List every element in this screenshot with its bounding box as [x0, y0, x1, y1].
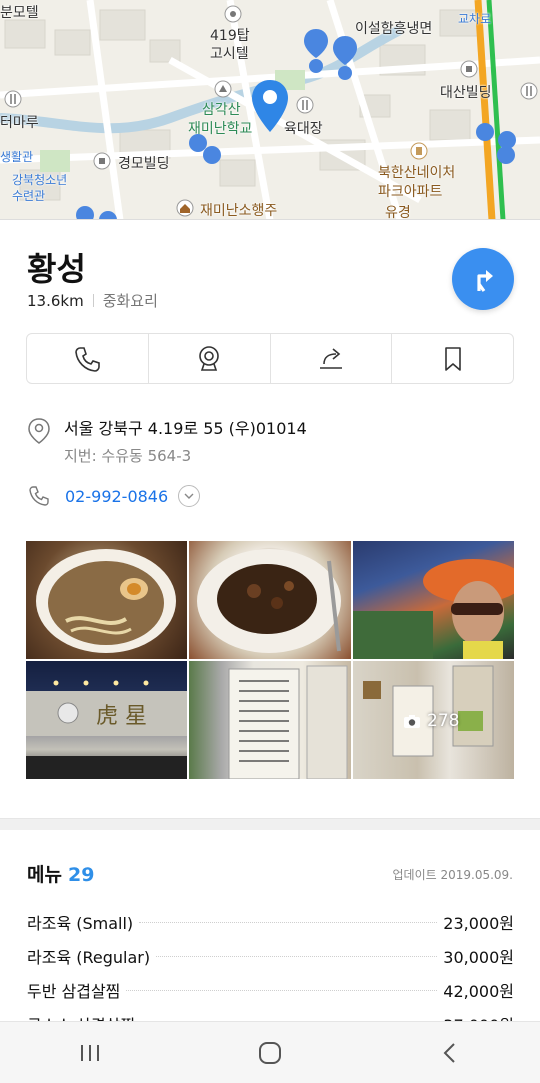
- map-label: 터마루: [0, 115, 39, 131]
- menu-item: 라조육 (Regular) 30,000원: [27, 939, 514, 973]
- restaurant-icon: [520, 82, 538, 100]
- map-label: 유경: [385, 205, 411, 220]
- bus-stop-icon[interactable]: [202, 145, 222, 165]
- photo-thumbnail[interactable]: [353, 541, 514, 659]
- bus-stop-icon[interactable]: [332, 35, 358, 81]
- photo-restaurant-exterior: 虎 星: [26, 680, 187, 779]
- directions-icon: [477, 270, 493, 292]
- share-icon: [319, 347, 342, 369]
- bookmark-icon: [444, 346, 461, 371]
- phone-number-link[interactable]: 02-992-0846: [65, 487, 168, 506]
- menu-item: 라조육 (Small) 23,000원: [27, 905, 514, 939]
- place-marker-icon[interactable]: [250, 78, 290, 134]
- place-meta: 13.6km 중화요리: [27, 290, 158, 311]
- photo-count: 278: [403, 711, 459, 731]
- menu-item-price: 23,000원: [443, 914, 514, 933]
- expand-phone-button[interactable]: [178, 485, 201, 507]
- bus-stop-icon[interactable]: [496, 145, 516, 165]
- photo-grid: 虎 星 278: [26, 541, 514, 779]
- lot-address: 지번: 수유동 564-3: [64, 447, 192, 465]
- menu-item-name: 두반 삼겹살찜: [27, 982, 121, 1001]
- menu-item-price: 42,000원: [443, 982, 514, 1001]
- menu-item: 두반 삼겹살찜 42,000원: [27, 973, 514, 1007]
- menu-header: 메뉴 29: [27, 860, 94, 887]
- recent-apps-icon: [81, 1044, 99, 1061]
- place-category: 중화요리: [102, 292, 158, 310]
- photo-black-bean-noodles: [197, 549, 341, 653]
- menu-title: 메뉴: [27, 864, 62, 886]
- camera-icon: [404, 714, 420, 728]
- map-label: 대산빌딩: [440, 85, 492, 101]
- share-button[interactable]: [271, 334, 393, 383]
- photo-thumbnail[interactable]: [189, 541, 351, 659]
- map-poi-icon: [224, 5, 242, 23]
- svg-text:虎 星: 虎 星: [96, 704, 147, 729]
- menu-item-price: 30,000원: [443, 948, 514, 967]
- map-label: 분모텔: [0, 5, 39, 21]
- menu-item-name: 라조육 (Small): [27, 914, 134, 933]
- system-nav-bar: [0, 1021, 540, 1083]
- leader-dots: [156, 955, 438, 957]
- phone-icon: [75, 346, 101, 372]
- road-address: 서울 강북구 4.19로 55 (우)01014: [64, 419, 307, 438]
- photo-count-label: 278: [427, 711, 460, 731]
- bus-stop-icon[interactable]: [98, 210, 118, 220]
- directions-button[interactable]: [452, 248, 514, 310]
- map-poi-icon: [460, 60, 478, 78]
- street-view-icon: [199, 345, 219, 371]
- bus-stop-icon[interactable]: [303, 28, 329, 74]
- location-pin-icon: [28, 418, 50, 444]
- photo-menu-board: [228, 665, 348, 779]
- map-label: 생활관: [0, 150, 34, 164]
- home-button[interactable]: [240, 1033, 300, 1073]
- call-button[interactable]: [27, 334, 149, 383]
- restaurant-icon: [4, 90, 22, 108]
- menu-updated-date: 업데이트 2019.05.09.: [392, 868, 514, 882]
- photo-noodle-soup: [36, 549, 176, 653]
- map-label: 재미난소행주: [200, 203, 278, 219]
- action-bar: [26, 333, 514, 384]
- map-label: 북한산네이처 파크아파트: [378, 165, 456, 200]
- photo-thumbnail[interactable]: [189, 661, 351, 779]
- bus-stop-icon[interactable]: [75, 205, 95, 220]
- map-poi-icon: [410, 142, 428, 160]
- section-divider: [0, 818, 540, 830]
- map-label: 삼각산: [202, 102, 241, 118]
- bus-stop-icon[interactable]: [475, 122, 495, 142]
- back-icon: [443, 1042, 455, 1063]
- map-poi-icon: [93, 152, 111, 170]
- address-section: 서울 강북구 4.19로 55 (우)01014 지번: 수유동 564-3: [27, 417, 307, 467]
- street-view-button[interactable]: [149, 334, 271, 383]
- leader-dots: [126, 989, 438, 991]
- restaurant-icon: [296, 96, 314, 114]
- menu-item-name: 라조육 (Regular): [27, 948, 151, 967]
- bookmark-button[interactable]: [392, 334, 513, 383]
- map-label: 419탑 고시텔: [210, 28, 250, 62]
- map-view[interactable]: 분모텔 419탑 고시텔 이설함흥냉면 교차로 대산빌딩 터마루 삼각산 재미난…: [0, 0, 540, 220]
- chevron-down-icon: [184, 493, 194, 499]
- map-label: 교차로: [458, 12, 492, 26]
- recent-apps-button[interactable]: [60, 1033, 120, 1073]
- map-poi-icon: [214, 80, 232, 98]
- leader-dots: [139, 921, 438, 923]
- phone-section: 02-992-0846: [27, 484, 201, 508]
- place-title: 황성: [27, 250, 86, 288]
- photo-thumbnail[interactable]: 虎 星: [26, 661, 187, 779]
- map-label: 강북청소년 수련관: [12, 173, 68, 203]
- map-poi-icon: [176, 199, 194, 217]
- map-label: 경모빌딩: [118, 156, 170, 172]
- photo-more-thumbnail[interactable]: 278: [353, 661, 514, 779]
- back-button[interactable]: [420, 1033, 480, 1073]
- photo-person-selfie: [353, 559, 514, 659]
- map-label: 이설함흥냉면: [355, 21, 433, 37]
- phone-icon: [29, 486, 49, 506]
- home-icon: [259, 1041, 281, 1064]
- place-distance: 13.6km: [27, 291, 84, 310]
- divider: [92, 294, 94, 307]
- menu-count: 29: [67, 864, 95, 886]
- photo-thumbnail[interactable]: [26, 541, 187, 659]
